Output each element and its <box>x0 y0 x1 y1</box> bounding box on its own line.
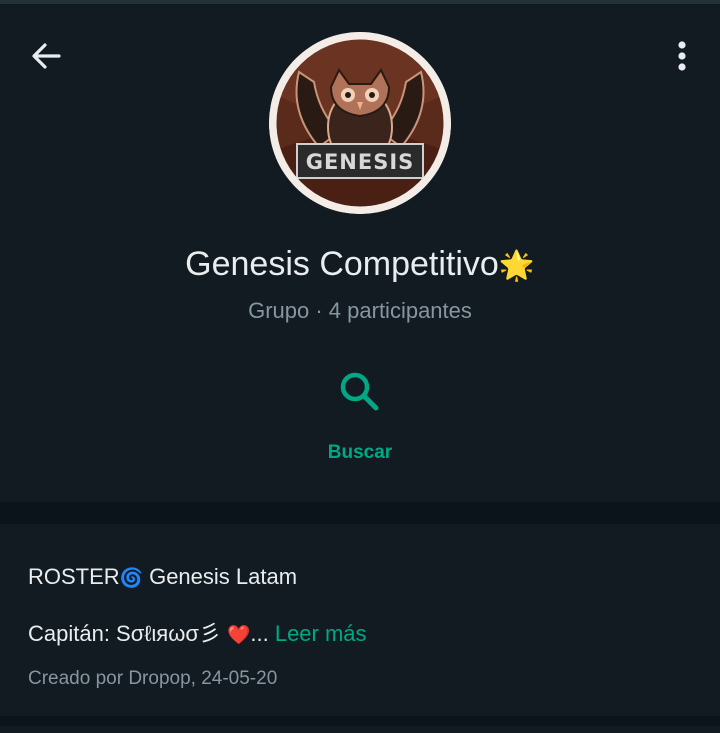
group-header-card: GENESIS Genesis Competitivo🌟 Grupo · 4 p… <box>0 4 720 502</box>
created-by-info: Creado por Dropop, 24-05-20 <box>28 668 278 689</box>
group-avatar[interactable]: GENESIS <box>269 32 451 214</box>
more-options-button[interactable] <box>660 34 704 78</box>
owl-logo-icon: GENESIS <box>269 32 451 214</box>
description-ellipsis: ... <box>250 621 275 646</box>
group-name-text: Genesis Competitivo <box>185 245 499 283</box>
next-section-card <box>0 726 720 733</box>
search-button[interactable]: Buscar <box>298 364 422 474</box>
more-vertical-icon <box>678 41 686 71</box>
star-emoji-icon: 🌟 <box>498 250 535 282</box>
description-team-text: Genesis Latam <box>142 564 298 589</box>
description-captain-text: Capitán: Sσℓιяωσ彡 <box>28 621 228 646</box>
group-name: Genesis Competitivo🌟 <box>0 240 720 290</box>
description-roster-text: ROSTER <box>28 564 120 589</box>
group-participants-info: Grupo · 4 participantes <box>248 298 472 323</box>
description-line-1: ROSTER🌀 Genesis Latam <box>28 562 297 593</box>
description-line-2: Capitán: Sσℓιяωσ彡 ❤️... Leer más <box>28 619 367 650</box>
back-button[interactable] <box>22 34 70 78</box>
cyclone-emoji-icon: 🌀 <box>119 567 143 588</box>
arrow-left-icon <box>32 43 61 69</box>
group-info-screen: GENESIS Genesis Competitivo🌟 Grupo · 4 p… <box>0 0 720 733</box>
read-more-link[interactable]: Leer más <box>275 621 367 646</box>
heart-emoji-icon: ❤️ <box>227 624 251 645</box>
search-label: Buscar <box>327 442 393 463</box>
group-description-card: ROSTER🌀 Genesis Latam Capitán: Sσℓιяωσ彡 … <box>0 524 720 716</box>
search-icon <box>340 372 379 411</box>
avatar-logo-text: GENESIS <box>306 150 415 174</box>
